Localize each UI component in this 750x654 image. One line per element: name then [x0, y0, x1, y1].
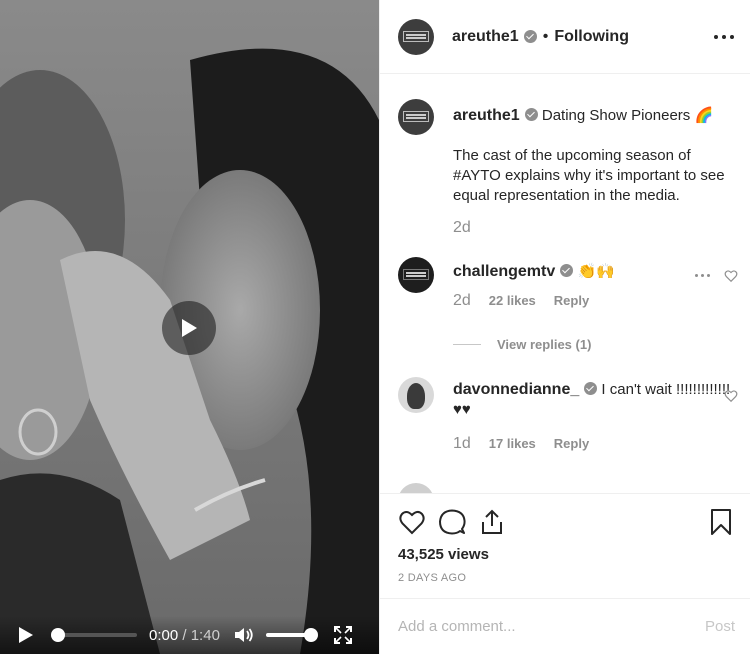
comment-like-heart-icon[interactable] — [724, 389, 738, 403]
reply-button[interactable]: Reply — [554, 293, 589, 308]
caption-headline: Dating Show Pioneers 🌈 — [541, 107, 714, 124]
avatar[interactable] — [398, 377, 434, 413]
duration: 1:40 — [190, 626, 220, 644]
post-header: areuthe1 • Following — [380, 0, 750, 74]
heart-icon[interactable] — [398, 508, 426, 536]
view-replies-label: View replies (1) — [497, 337, 592, 352]
verified-badge-icon — [524, 108, 538, 121]
caption-username[interactable]: areuthe1 — [453, 107, 520, 124]
header-username[interactable]: areuthe1 — [452, 28, 519, 46]
separator-dot: • — [542, 27, 549, 45]
current-time: 0:00 — [149, 626, 179, 644]
comment-item: challengemtv 👏🙌 2d 22 likes Reply — [398, 257, 738, 310]
bookmark-icon[interactable] — [707, 508, 735, 536]
verified-badge-icon — [523, 30, 537, 43]
volume-handle[interactable] — [303, 628, 318, 642]
play-icon — [182, 319, 197, 337]
video-controls: 0:00 / 1:40 — [0, 616, 379, 654]
comment-icon[interactable] — [438, 508, 466, 536]
caption-meta: 2d — [453, 219, 738, 237]
avatar[interactable] — [398, 18, 434, 55]
comment-input[interactable] — [398, 618, 705, 635]
comment-likes[interactable]: 22 likes — [489, 293, 536, 308]
view-replies-line — [453, 344, 481, 345]
volume-slider[interactable] — [265, 628, 318, 642]
share-icon[interactable] — [478, 508, 506, 536]
comment-text: 👏🙌 — [577, 263, 615, 280]
comment-meta: 1d 17 likes Reply — [453, 435, 738, 453]
add-comment-bar: Post — [380, 598, 750, 654]
post-date[interactable]: 2 DAYS AGO — [398, 572, 735, 584]
caption-age: 2d — [453, 219, 471, 236]
volume-icon[interactable] — [234, 626, 254, 644]
comment-item: davonnedianne_ I can't wait !!!!!!!!!!!!… — [398, 377, 738, 453]
video-player[interactable]: 0:00 / 1:40 — [0, 0, 379, 654]
seek-bar[interactable] — [51, 628, 137, 642]
play-icon — [19, 627, 33, 643]
comment-options-icon[interactable] — [695, 274, 710, 277]
views-count[interactable]: 43,525 views — [398, 546, 735, 563]
verified-badge-icon — [560, 264, 574, 277]
avatar[interactable] — [398, 257, 434, 293]
avatar[interactable] — [398, 99, 434, 135]
play-overlay-button[interactable] — [162, 301, 216, 355]
fullscreen-icon[interactable] — [333, 626, 352, 644]
time-separator: / — [178, 626, 191, 644]
comment-age: 1d — [453, 435, 471, 452]
caption: areuthe1 Dating Show Pioneers 🌈 The cast… — [398, 99, 738, 237]
comment-body: davonnedianne_ I can't wait !!!!!!!!!!!!… — [453, 377, 738, 420]
post-actions: 43,525 views 2 DAYS AGO — [380, 493, 750, 584]
caption-body: areuthe1 Dating Show Pioneers 🌈 The cast… — [453, 99, 738, 206]
action-icons — [398, 494, 735, 550]
verified-badge-icon — [584, 382, 598, 395]
comment-meta: 2d 22 likes Reply — [453, 292, 738, 310]
comment-age: 2d — [453, 292, 471, 309]
comment-username[interactable]: challengemtv — [453, 263, 555, 280]
comment-username[interactable]: davonnedianne_ — [453, 381, 579, 398]
avatar[interactable] — [398, 483, 434, 493]
comments-section[interactable]: areuthe1 Dating Show Pioneers 🌈 The cast… — [380, 75, 750, 493]
following-button[interactable]: Following — [554, 28, 629, 46]
comment-body: challengemtv 👏🙌 — [453, 257, 738, 282]
time-display: 0:00 / 1:40 — [149, 627, 220, 644]
post-details-pane: areuthe1 • Following areuthe1 Dating Sho… — [379, 0, 750, 654]
comment-likes[interactable]: 17 likes — [489, 436, 536, 451]
more-options-icon[interactable] — [714, 34, 734, 39]
play-button[interactable] — [18, 625, 38, 645]
seek-handle[interactable] — [51, 628, 65, 642]
reply-button[interactable]: Reply — [554, 436, 589, 451]
view-replies-button[interactable]: View replies (1) — [453, 337, 591, 352]
post-button[interactable]: Post — [705, 618, 735, 635]
caption-text: The cast of the upcoming season of #AYTO… — [453, 147, 725, 204]
comment-like-heart-icon[interactable] — [724, 269, 738, 283]
